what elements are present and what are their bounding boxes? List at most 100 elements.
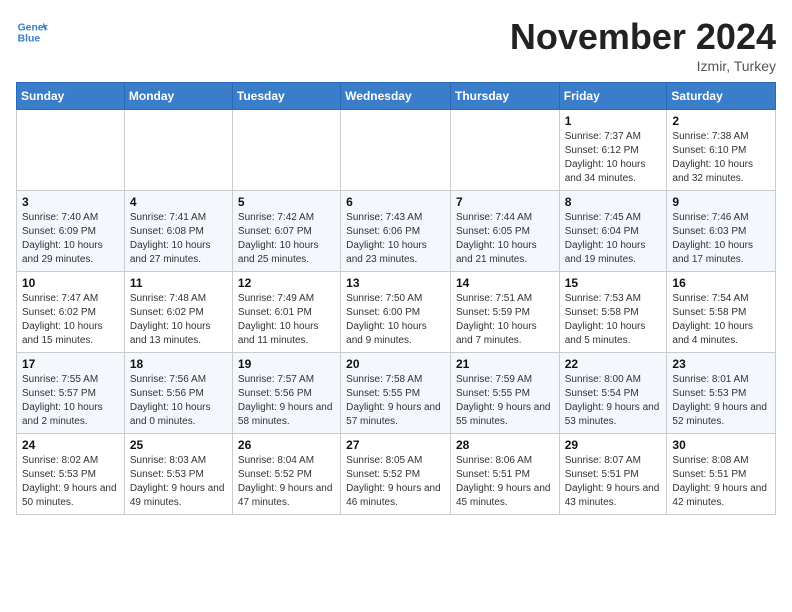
calendar-cell: 1 Sunrise: 7:37 AMSunset: 6:12 PMDaylight… <box>559 110 667 191</box>
month-title: November 2024 <box>510 16 776 58</box>
calendar-cell: 14 Sunrise: 7:51 AMSunset: 5:59 PMDayligh… <box>450 272 559 353</box>
calendar-cell: 29 Sunrise: 8:07 AMSunset: 5:51 PMDayligh… <box>559 434 667 515</box>
logo-icon: General Blue <box>16 16 48 48</box>
calendar-week-row: 10Sunrise: 7:47 AMSunset: 6:02 PMDayligh… <box>17 272 776 353</box>
day-info: Sunrise: 7:43 AMSunset: 6:06 PMDaylight:… <box>346 211 445 267</box>
day-number: 19 <box>238 357 335 371</box>
day-info: Sunrise: 8:02 AMSunset: 5:53 PMDaylight:… <box>22 454 119 510</box>
day-number: 18 <box>130 357 227 371</box>
calendar-cell <box>17 110 125 191</box>
page-header: General Blue General Blue November 2024 … <box>16 16 776 74</box>
day-number: 6 <box>346 195 445 209</box>
weekday-header: Friday <box>559 83 667 110</box>
day-info: Sunrise: 7:38 AMSunset: 6:10 PMDaylight:… <box>672 130 770 186</box>
day-number: 26 <box>238 438 335 452</box>
weekday-header: Thursday <box>450 83 559 110</box>
weekday-header: Wednesday <box>341 83 451 110</box>
day-number: 24 <box>22 438 119 452</box>
calendar-cell <box>232 110 340 191</box>
calendar-cell: 30 Sunrise: 8:08 AMSunset: 5:51 PMDayligh… <box>667 434 776 515</box>
calendar-cell: 24 Sunrise: 8:02 AMSunset: 5:53 PMDayligh… <box>17 434 125 515</box>
day-info: Sunrise: 8:01 AMSunset: 5:53 PMDaylight:… <box>672 373 770 429</box>
day-info: Sunrise: 8:03 AMSunset: 5:53 PMDaylight:… <box>130 454 227 510</box>
calendar-cell: 23 Sunrise: 8:01 AMSunset: 5:53 PMDayligh… <box>667 353 776 434</box>
calendar-cell: 22Sunrise: 8:00 AMSunset: 5:54 PMDayligh… <box>559 353 667 434</box>
calendar-cell: 4 Sunrise: 7:41 AMSunset: 6:08 PMDaylight… <box>124 191 232 272</box>
calendar-table: SundayMondayTuesdayWednesdayThursdayFrid… <box>16 82 776 515</box>
day-info: Sunrise: 7:47 AMSunset: 6:02 PMDaylight:… <box>22 292 119 348</box>
day-info: Sunrise: 7:50 AMSunset: 6:00 PMDaylight:… <box>346 292 445 348</box>
calendar-cell: 16Sunrise: 7:54 AMSunset: 5:58 PMDayligh… <box>667 272 776 353</box>
day-info: Sunrise: 7:53 AMSunset: 5:58 PMDaylight:… <box>565 292 662 348</box>
location: Izmir, Turkey <box>510 58 776 74</box>
calendar-cell: 6 Sunrise: 7:43 AMSunset: 6:06 PMDaylight… <box>341 191 451 272</box>
day-number: 17 <box>22 357 119 371</box>
calendar-cell: 2 Sunrise: 7:38 AMSunset: 6:10 PMDaylight… <box>667 110 776 191</box>
calendar-cell: 21 Sunrise: 7:59 AMSunset: 5:55 PMDayligh… <box>450 353 559 434</box>
calendar-cell: 8Sunrise: 7:45 AMSunset: 6:04 PMDaylight… <box>559 191 667 272</box>
day-number: 22 <box>565 357 662 371</box>
day-number: 12 <box>238 276 335 290</box>
calendar-week-row: 3 Sunrise: 7:40 AMSunset: 6:09 PMDaylight… <box>17 191 776 272</box>
day-number: 1 <box>565 114 662 128</box>
day-info: Sunrise: 7:37 AMSunset: 6:12 PMDaylight:… <box>565 130 662 186</box>
day-info: Sunrise: 8:07 AMSunset: 5:51 PMDaylight:… <box>565 454 662 510</box>
day-info: Sunrise: 7:46 AMSunset: 6:03 PMDaylight:… <box>672 211 770 267</box>
svg-text:Blue: Blue <box>18 34 41 45</box>
day-info: Sunrise: 7:59 AMSunset: 5:55 PMDaylight:… <box>456 373 554 429</box>
day-number: 8 <box>565 195 662 209</box>
calendar-cell: 5 Sunrise: 7:42 AMSunset: 6:07 PMDaylight… <box>232 191 340 272</box>
day-info: Sunrise: 7:41 AMSunset: 6:08 PMDaylight:… <box>130 211 227 267</box>
calendar-cell: 20 Sunrise: 7:58 AMSunset: 5:55 PMDayligh… <box>341 353 451 434</box>
day-info: Sunrise: 8:08 AMSunset: 5:51 PMDaylight:… <box>672 454 770 510</box>
calendar-cell: 7 Sunrise: 7:44 AMSunset: 6:05 PMDaylight… <box>450 191 559 272</box>
day-number: 28 <box>456 438 554 452</box>
calendar-week-row: 17 Sunrise: 7:55 AMSunset: 5:57 PMDayligh… <box>17 353 776 434</box>
day-number: 16 <box>672 276 770 290</box>
day-number: 30 <box>672 438 770 452</box>
day-number: 15 <box>565 276 662 290</box>
day-number: 5 <box>238 195 335 209</box>
calendar-cell: 15 Sunrise: 7:53 AMSunset: 5:58 PMDayligh… <box>559 272 667 353</box>
day-info: Sunrise: 7:40 AMSunset: 6:09 PMDaylight:… <box>22 211 119 267</box>
day-number: 27 <box>346 438 445 452</box>
day-number: 13 <box>346 276 445 290</box>
day-info: Sunrise: 7:49 AMSunset: 6:01 PMDaylight:… <box>238 292 335 348</box>
day-info: Sunrise: 7:42 AMSunset: 6:07 PMDaylight:… <box>238 211 335 267</box>
day-info: Sunrise: 7:44 AMSunset: 6:05 PMDaylight:… <box>456 211 554 267</box>
calendar-cell <box>341 110 451 191</box>
day-info: Sunrise: 7:58 AMSunset: 5:55 PMDaylight:… <box>346 373 445 429</box>
weekday-header: Tuesday <box>232 83 340 110</box>
day-info: Sunrise: 7:48 AMSunset: 6:02 PMDaylight:… <box>130 292 227 348</box>
day-number: 21 <box>456 357 554 371</box>
day-number: 29 <box>565 438 662 452</box>
calendar-cell: 13 Sunrise: 7:50 AMSunset: 6:00 PMDayligh… <box>341 272 451 353</box>
day-number: 14 <box>456 276 554 290</box>
calendar-cell: 25 Sunrise: 8:03 AMSunset: 5:53 PMDayligh… <box>124 434 232 515</box>
day-number: 20 <box>346 357 445 371</box>
day-info: Sunrise: 8:05 AMSunset: 5:52 PMDaylight:… <box>346 454 445 510</box>
logo: General Blue General Blue <box>16 16 48 48</box>
day-number: 23 <box>672 357 770 371</box>
weekday-header: Sunday <box>17 83 125 110</box>
day-number: 4 <box>130 195 227 209</box>
day-info: Sunrise: 7:56 AMSunset: 5:56 PMDaylight:… <box>130 373 227 429</box>
calendar-week-row: 24 Sunrise: 8:02 AMSunset: 5:53 PMDayligh… <box>17 434 776 515</box>
day-info: Sunrise: 7:55 AMSunset: 5:57 PMDaylight:… <box>22 373 119 429</box>
calendar-header: SundayMondayTuesdayWednesdayThursdayFrid… <box>17 83 776 110</box>
day-info: Sunrise: 7:51 AMSunset: 5:59 PMDaylight:… <box>456 292 554 348</box>
calendar-cell <box>124 110 232 191</box>
calendar-cell: 28Sunrise: 8:06 AMSunset: 5:51 PMDayligh… <box>450 434 559 515</box>
day-number: 25 <box>130 438 227 452</box>
calendar-cell <box>450 110 559 191</box>
calendar-cell: 27 Sunrise: 8:05 AMSunset: 5:52 PMDayligh… <box>341 434 451 515</box>
calendar-cell: 18 Sunrise: 7:56 AMSunset: 5:56 PMDayligh… <box>124 353 232 434</box>
day-info: Sunrise: 8:04 AMSunset: 5:52 PMDaylight:… <box>238 454 335 510</box>
day-number: 9 <box>672 195 770 209</box>
day-number: 7 <box>456 195 554 209</box>
day-number: 2 <box>672 114 770 128</box>
calendar-week-row: 1 Sunrise: 7:37 AMSunset: 6:12 PMDaylight… <box>17 110 776 191</box>
weekday-header: Saturday <box>667 83 776 110</box>
calendar-cell: 10Sunrise: 7:47 AMSunset: 6:02 PMDayligh… <box>17 272 125 353</box>
day-number: 3 <box>22 195 119 209</box>
